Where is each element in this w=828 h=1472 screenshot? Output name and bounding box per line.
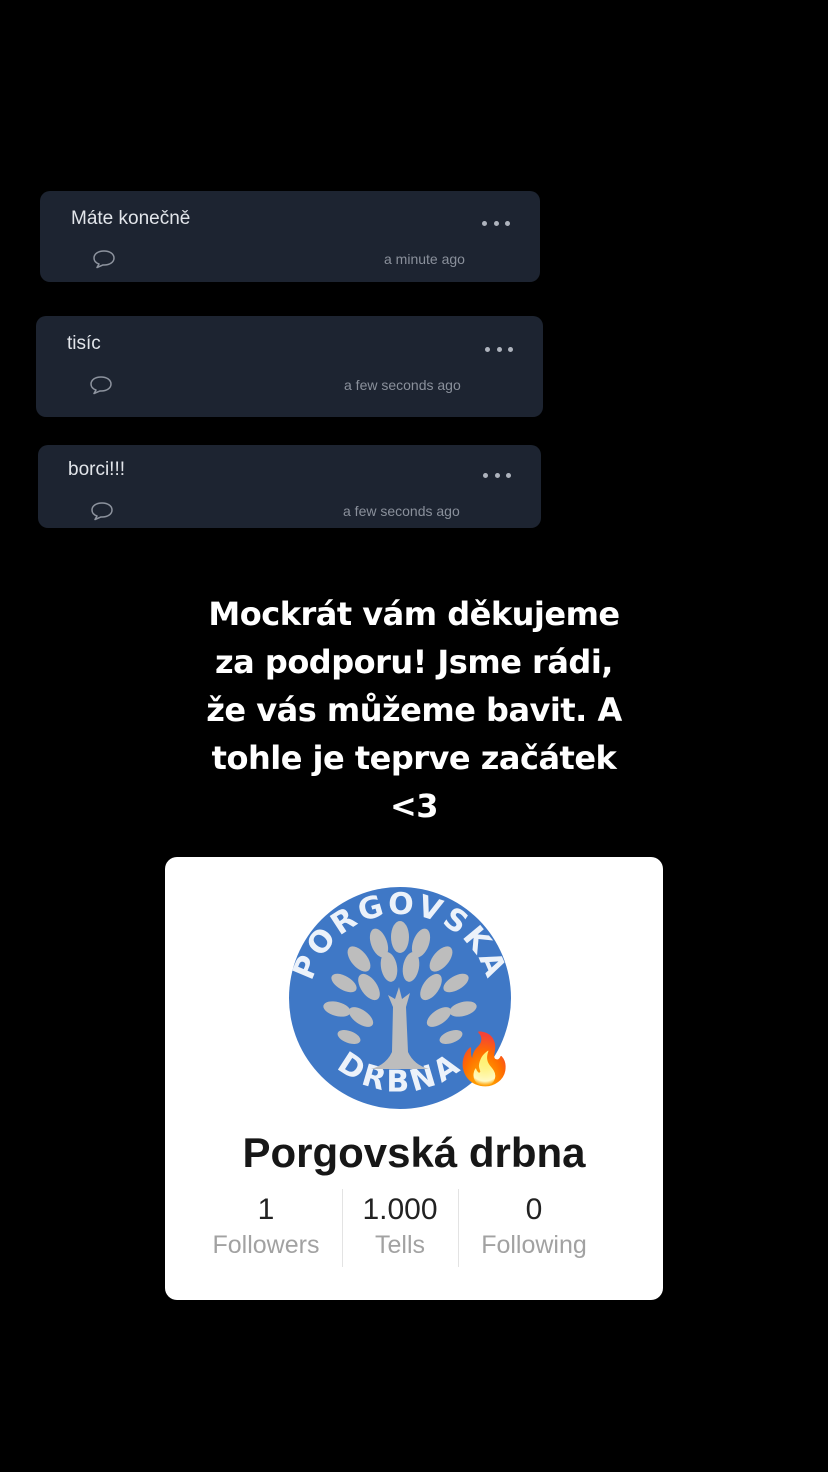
comment-bubble-icon[interactable] [90,501,114,521]
more-options-icon[interactable] [483,472,511,478]
stat-value: 1 [257,1193,275,1226]
stat-label: Tells [374,1231,425,1259]
comment-card[interactable]: Máte konečně a minute ago [40,191,540,282]
profile-stats: 1 Followers 1.000 Tells 0 Following [165,1189,663,1267]
comment-bubble-icon[interactable] [89,375,113,395]
stat-tells[interactable]: 1.000 Tells [343,1193,457,1263]
comment-card[interactable]: tisíc a few seconds ago [36,316,543,417]
comment-timestamp: a few seconds ago [343,503,460,519]
message-line: <3 [389,787,439,825]
comment-text: tisíc [67,333,101,354]
fire-icon: 🔥 [453,1031,516,1087]
comment-bubble-icon[interactable] [92,249,116,269]
stat-value: 0 [525,1193,543,1226]
comment-text: Máte konečně [71,208,191,229]
more-options-icon[interactable] [485,346,513,352]
stat-label: Following [481,1231,587,1259]
profile-name: Porgovská drbna [242,1129,586,1176]
profile-card: PORGOVSKÁ DRBNA 🔥 Porgovská drbna 1 Foll… [165,857,663,1300]
thank-you-message: Mockrát vám děkujeme za podporu! Jsme rá… [164,590,664,830]
comment-text: borci!!! [68,459,126,480]
comment-card[interactable]: borci!!! a few seconds ago [38,445,541,528]
stat-following[interactable]: 0 Following [465,1193,603,1263]
stat-followers[interactable]: 1 Followers [195,1193,337,1263]
stat-divider [458,1189,459,1267]
comment-timestamp: a minute ago [384,251,465,267]
comment-timestamp: a few seconds ago [344,377,461,393]
message-line: za podporu! Jsme rádi, [215,643,613,681]
stat-label: Followers [212,1231,320,1259]
message-line: Mockrát vám děkujeme [208,595,620,633]
stat-value: 1.000 [362,1193,438,1226]
message-line: tohle je teprve začátek [211,739,617,777]
message-line: že vás můžeme bavit. A [206,691,622,729]
more-options-icon[interactable] [482,220,510,226]
